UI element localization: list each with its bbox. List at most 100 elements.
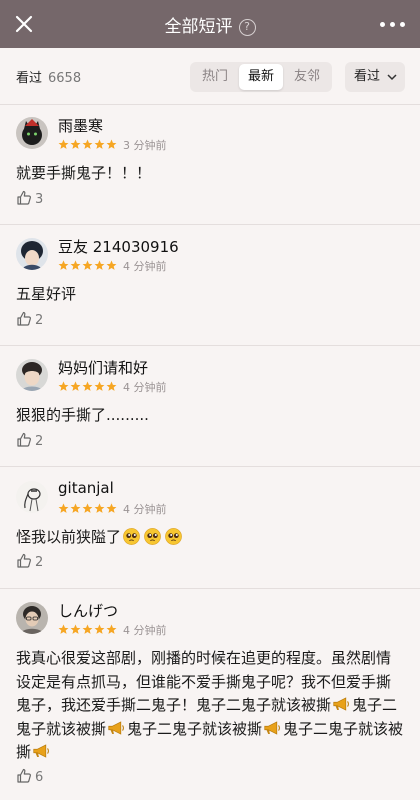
star-rating [58, 139, 118, 151]
like-count: 2 [35, 434, 44, 449]
star-icon [94, 260, 105, 270]
star-icon [70, 503, 81, 513]
user-avatar[interactable] [16, 238, 48, 270]
star-icon [106, 381, 117, 391]
star-icon [94, 624, 105, 634]
user-avatar[interactable] [16, 359, 48, 391]
star-icon [58, 381, 69, 391]
review-item: gitanjal 4 分钟前 怪我以前狭隘了 2 [0, 479, 420, 581]
thumbs-up-icon [17, 432, 31, 447]
user-avatar[interactable] [16, 117, 48, 149]
review-text: 狠狠的手撕了......... [16, 406, 149, 424]
star-rating [58, 503, 118, 515]
star-icon [58, 503, 69, 513]
star-icon [82, 503, 93, 513]
like-count: 3 [35, 192, 44, 207]
user-avatar[interactable] [16, 481, 48, 513]
like-count: 6 [35, 770, 44, 785]
megaphone-icon [264, 720, 280, 735]
star-icon [82, 624, 93, 634]
timestamp: 3 分钟前 [123, 139, 167, 152]
review-text: 鬼子二鬼子就该被撕 [127, 719, 263, 738]
review-item: 雨墨寒 3 分钟前 就要手撕鬼子！！！ 3 [0, 117, 420, 217]
username[interactable]: 妈妈们请和好 [58, 357, 148, 378]
star-icon [58, 139, 69, 149]
review-text: 就要手撕鬼子！！！ [16, 164, 152, 182]
star-rating [58, 260, 118, 272]
like-button[interactable]: 2 [16, 311, 43, 328]
review-text: 五星好评 [16, 285, 77, 303]
review-text: 怪我以前狭隘了 [16, 528, 122, 546]
tab-latest[interactable]: 最新 [239, 64, 283, 90]
filter-bar: 看过 6658 热门 最新 友邻 看过 [0, 48, 420, 104]
sort-tabs: 热门 最新 友邻 [190, 62, 332, 92]
star-rating [58, 624, 118, 636]
username[interactable]: 雨墨寒 [58, 115, 103, 136]
star-rating [58, 381, 118, 393]
like-button[interactable]: 3 [16, 190, 43, 207]
seen-label: 看过 [16, 71, 43, 86]
star-icon [70, 139, 81, 149]
review-item: 妈妈们请和好 4 分钟前 狠狠的手撕了......... 2 [0, 359, 420, 459]
star-icon [70, 260, 81, 270]
star-icon [82, 381, 93, 391]
seen-count: 6658 [48, 71, 82, 86]
pleading-face-icon [144, 528, 161, 545]
timestamp: 4 分钟前 [123, 503, 167, 516]
review-text-wrap: 怪我以前狭隘了 [16, 526, 404, 549]
star-icon [58, 624, 69, 634]
star-icon [82, 260, 93, 270]
tab-hot[interactable]: 热门 [193, 64, 237, 90]
pleading-face-icon [123, 528, 140, 545]
page-title: 全部短评 [164, 17, 233, 37]
like-count: 2 [35, 313, 44, 328]
star-icon [94, 139, 105, 149]
thumbs-up-icon [17, 768, 31, 783]
like-button[interactable]: 6 [16, 768, 43, 785]
like-button[interactable]: 2 [16, 432, 43, 449]
star-icon [106, 624, 117, 634]
star-icon [70, 381, 81, 391]
timestamp: 4 分钟前 [123, 624, 167, 637]
username[interactable]: 豆友 214030916 [58, 236, 179, 257]
star-icon [94, 503, 105, 513]
divider [0, 466, 420, 467]
top-bar: 全部短评? [0, 0, 420, 48]
megaphone-icon [333, 697, 349, 711]
chevron-down-icon [387, 74, 397, 81]
user-avatar[interactable] [16, 602, 48, 634]
status-dropdown[interactable]: 看过 [345, 62, 405, 92]
more-options-icon[interactable] [378, 12, 408, 36]
star-icon [106, 139, 117, 149]
megaphone-icon [33, 744, 49, 758]
divider [0, 345, 420, 346]
review-item: 豆友 214030916 4 分钟前 五星好评 2 [0, 238, 420, 338]
star-icon [106, 260, 117, 270]
thumbs-up-icon [17, 311, 31, 326]
tab-friends[interactable]: 友邻 [285, 64, 329, 90]
star-icon [82, 139, 93, 149]
help-icon[interactable]: ? [238, 19, 256, 36]
timestamp: 4 分钟前 [123, 381, 167, 394]
thumbs-up-icon [17, 190, 31, 205]
divider [0, 104, 420, 105]
like-button[interactable]: 2 [16, 553, 43, 570]
divider [0, 224, 420, 225]
star-icon [94, 381, 105, 391]
divider [0, 588, 420, 589]
star-icon [70, 624, 81, 634]
page-title-wrap: 全部短评? [0, 12, 420, 37]
username[interactable]: gitanjal [58, 479, 114, 497]
timestamp: 4 分钟前 [123, 260, 167, 273]
megaphone-icon [108, 720, 124, 735]
star-icon [106, 503, 117, 513]
review-text-wrap: 我真心很爱这部剧，刚播的时候在追更的程度。虽然剧情设定是有点抓马，但谁能不爱手撕… [16, 647, 404, 765]
seen-summary: 看过 6658 [16, 67, 81, 86]
like-count: 2 [35, 555, 44, 570]
status-dropdown-label: 看过 [354, 69, 381, 84]
username[interactable]: しんげつ [58, 600, 118, 621]
review-item: しんげつ 4 分钟前 我真心很爱这部剧，刚播的时候在追更的程度。虽然剧情设定是有… [0, 602, 420, 792]
star-icon [58, 260, 69, 270]
pleading-face-icon [165, 528, 182, 545]
thumbs-up-icon [17, 553, 31, 568]
